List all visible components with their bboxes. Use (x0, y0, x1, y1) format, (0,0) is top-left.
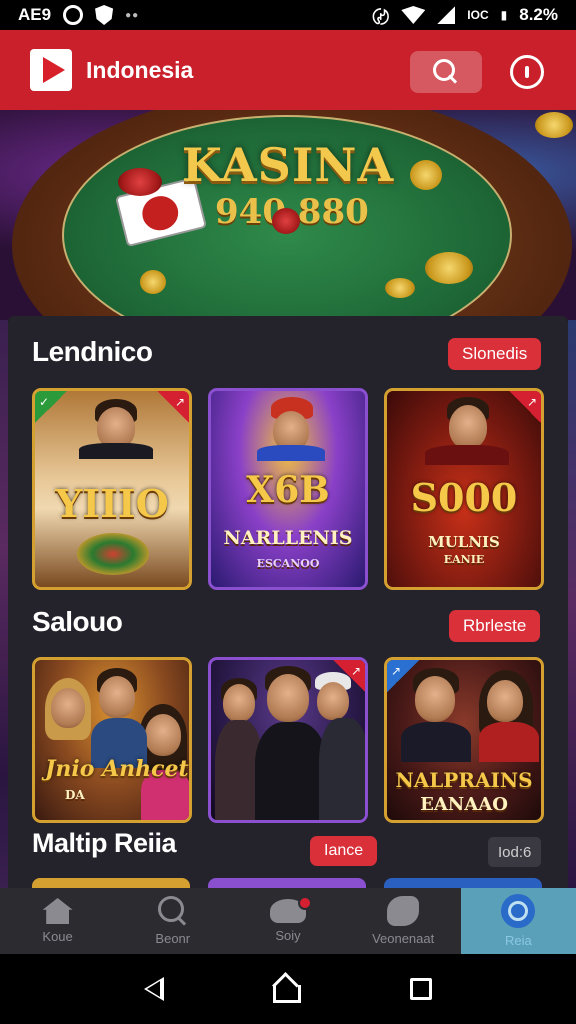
game-card-title: NALPRAINS (395, 768, 533, 792)
nav-label: Beonr (155, 931, 191, 946)
player-body (479, 722, 539, 762)
new-badge-icon: ↗ (333, 660, 365, 692)
wifi-icon (401, 6, 426, 24)
red-chip (272, 208, 300, 234)
nav-home[interactable]: Koue (0, 888, 115, 954)
right-decoration (568, 320, 576, 890)
game-card-nalprains[interactable]: NALPRAINS EANAAO ↗ (384, 657, 544, 823)
new-badge-icon: ↗ (157, 391, 189, 423)
section-title-2: Salouo (32, 606, 123, 637)
status-app-text: AE9 (18, 5, 52, 24)
home-button-icon[interactable] (272, 975, 301, 1003)
game-card-tag: ESCANOO (256, 557, 320, 570)
hero-title: KASINA (181, 138, 395, 192)
host-body (425, 445, 509, 465)
status-bar: AE9 ●● 〄 IOC ▮ 8.2% (0, 0, 576, 30)
game-card-subtitle: DA (65, 788, 85, 802)
home-icon (42, 898, 73, 924)
shield-icon (95, 5, 114, 25)
food-plate-image (77, 533, 149, 575)
battery-percent: 8.2% (519, 5, 558, 24)
more-dots-icon: ●● (125, 9, 140, 21)
leaf-icon (387, 896, 420, 926)
hot-badge-icon: ✓ (35, 391, 67, 423)
info-icon (525, 66, 529, 78)
recent-apps-icon[interactable] (409, 978, 432, 1000)
host-avatar (449, 405, 487, 449)
search-icon (157, 896, 188, 926)
search-icon (433, 59, 459, 85)
profile-icon (501, 894, 536, 928)
gold-chip (425, 252, 473, 284)
game-card-agents[interactable]: ↗ (208, 657, 368, 823)
notification-dot (298, 896, 312, 910)
battery-icon: ▮ (500, 8, 508, 22)
nav-label: Reia (504, 933, 532, 948)
player-avatar (415, 676, 455, 722)
player-body (319, 718, 365, 820)
gold-chip (385, 278, 415, 298)
game-card-subtitle: EANAAO (420, 794, 508, 815)
system-navigation-bar (0, 954, 576, 1024)
game-card-x6b[interactable]: X6B NARLLENIS ESCANOO (208, 388, 368, 590)
app-header: Indonesia (0, 30, 576, 110)
vibrate-icon: 〄 (372, 7, 390, 27)
play-icon (42, 57, 65, 83)
nav-entertainment[interactable]: Veonenaat (346, 888, 461, 954)
sim-text: IOC (467, 8, 489, 22)
game-card-title: Jnio Anhcet (45, 756, 189, 782)
nav-search[interactable]: Beonr (115, 888, 230, 954)
game-card-jnio[interactable]: Jnio Anhcet DA (32, 657, 192, 823)
nav-store[interactable]: Soiy (230, 888, 345, 954)
game-card-s000[interactable]: S000 MULNIS EANIE ↗ (384, 388, 544, 590)
section-3-count: Iod:6 (488, 837, 542, 867)
game-card-title: YIIIO (55, 481, 169, 526)
section-title-3: Maltip Reiia (32, 828, 177, 858)
signal-icon (437, 6, 456, 24)
gold-chip (535, 112, 573, 138)
back-icon[interactable] (144, 977, 165, 1001)
game-card-title: S000 (410, 475, 518, 520)
red-chip (118, 168, 162, 196)
app-logo[interactable] (30, 49, 72, 91)
nav-label: Soiy (275, 928, 301, 943)
host-body (257, 445, 325, 461)
player-body (255, 722, 327, 820)
section-3-see-all-button[interactable]: Iance (310, 836, 378, 866)
game-card-subtitle: NARLLENIS (223, 527, 353, 549)
left-decoration (0, 320, 8, 890)
new-badge-icon: ↗ (509, 391, 541, 423)
game-card-subtitle: MULNIS (428, 533, 500, 551)
gold-chip (140, 270, 166, 294)
nav-label: Veonenaat (372, 931, 435, 946)
player-avatar (267, 674, 309, 722)
nav-label: Koue (42, 929, 73, 944)
host-body (79, 443, 153, 459)
section-1-see-all-button[interactable]: Slonedis (448, 338, 542, 370)
game-card-yiiio[interactable]: YIIIO ✓ ↗ (32, 388, 192, 590)
section-title-1: Lendnico (32, 336, 153, 367)
game-card-tag: EANIE (443, 553, 485, 566)
link-badge-icon: ↗ (387, 660, 419, 692)
player-body (401, 722, 471, 762)
search-button[interactable] (410, 51, 482, 93)
player-avatar (99, 676, 135, 718)
gold-chip (410, 160, 442, 190)
game-card-title: X6B (246, 469, 330, 511)
player-avatar (51, 688, 85, 728)
section-2-see-all-button[interactable]: Rbrleste (449, 610, 541, 642)
nav-profile[interactable]: Reia (460, 888, 576, 954)
app-title: Indonesia (86, 56, 194, 83)
hero-banner[interactable]: KASINA 940 880 (0, 110, 576, 320)
player-avatar (223, 684, 255, 722)
player-avatar (487, 680, 523, 722)
bottom-navigation: Koue Beonr Soiy Veonenaat Reia (0, 888, 576, 954)
player-avatar (145, 714, 181, 756)
more-menu-button[interactable] (510, 55, 544, 89)
notification-circle-icon (63, 5, 84, 25)
